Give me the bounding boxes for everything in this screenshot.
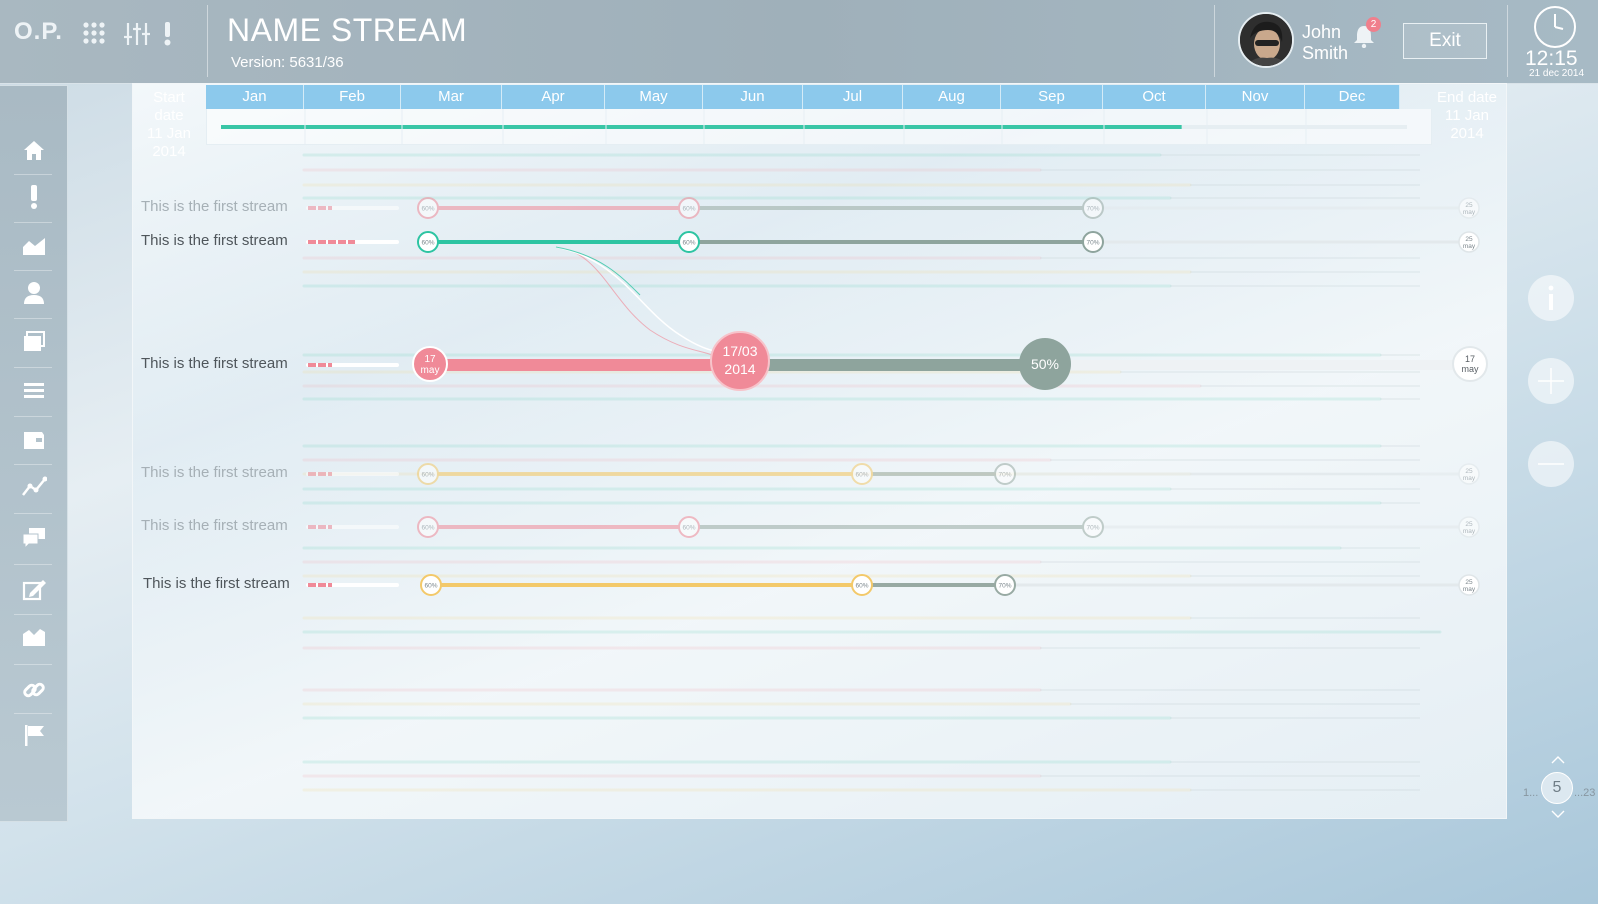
pager-current[interactable]: 5: [1541, 772, 1573, 804]
alert-icon: [30, 185, 37, 209]
minus-icon: [1538, 463, 1564, 465]
start-date-day: 11 Jan: [147, 125, 191, 142]
sidebar-item-list[interactable]: [0, 366, 67, 416]
end-date-label: End date: [1436, 89, 1498, 106]
apps-grid-icon[interactable]: [83, 22, 105, 44]
notification-badge: 2: [1366, 17, 1381, 32]
info-icon: [1548, 285, 1554, 310]
overall-progress-bar: [221, 109, 1407, 144]
plus-icon: [1538, 368, 1564, 394]
start-date-label: Start date: [153, 89, 185, 124]
alert-icon[interactable]: [164, 22, 172, 46]
exit-button[interactable]: Exit: [1403, 23, 1487, 59]
sidebar-item-mountain-chart[interactable]: [0, 612, 67, 662]
app-logo: O.P.: [14, 18, 63, 45]
sidebar-item-flag[interactable]: [0, 710, 67, 760]
start-date-year: 2014: [152, 143, 186, 160]
sidebar-item-user[interactable]: [0, 268, 67, 318]
user-first-name: John: [1302, 22, 1342, 42]
month-feb[interactable]: Feb: [304, 85, 401, 109]
clock-icon: [1534, 6, 1576, 48]
line-chart-icon: [21, 476, 47, 496]
top-bar: O.P. NAME STREAM Version: 5631/36 John S…: [0, 0, 1598, 84]
month-jul[interactable]: Jul: [803, 85, 903, 109]
month-may[interactable]: May: [605, 85, 703, 109]
end-date-year: 2014: [1450, 125, 1484, 142]
user-icon: [23, 282, 44, 304]
clock-date: 21 dec 2014: [1529, 68, 1585, 79]
link-icon: [22, 682, 45, 698]
sidebar-item-edit[interactable]: [0, 565, 67, 615]
start-date: Start date 11 Jan 2014: [137, 89, 201, 161]
sidebar-item-chat[interactable]: [0, 513, 67, 563]
home-icon: [23, 141, 44, 160]
stream-label[interactable]: This is the first stream: [141, 232, 288, 249]
month-jan[interactable]: Jan: [206, 85, 304, 109]
sidebar: [0, 85, 68, 822]
pager-first[interactable]: 1...: [1523, 787, 1538, 799]
folder-icon: [23, 432, 44, 449]
end-date-day: 11 Jan: [1445, 107, 1489, 124]
month-nov[interactable]: Nov: [1206, 85, 1305, 109]
stream-label[interactable]: This is the first stream: [141, 355, 288, 372]
chat-icon: [22, 528, 45, 550]
windows-icon: [23, 331, 45, 351]
sliders-icon[interactable]: [124, 22, 150, 46]
list-icon: [23, 383, 44, 398]
zoom-out-button[interactable]: [1528, 441, 1574, 487]
month-sep[interactable]: Sep: [1001, 85, 1103, 109]
user-last-name: Smith: [1302, 43, 1349, 63]
flag-icon: [24, 725, 44, 746]
zoom-in-button[interactable]: [1528, 358, 1574, 404]
overall-progress: [206, 109, 1432, 145]
month-dec[interactable]: Dec: [1305, 85, 1400, 109]
page-down-icon[interactable]: [1551, 810, 1565, 818]
timeline-panel: [132, 83, 1507, 819]
version-label: Version: 5631/36: [231, 54, 344, 71]
header-divider: [1507, 5, 1508, 77]
avatar[interactable]: [1238, 12, 1294, 68]
end-date: End date 11 Jan 2014: [1435, 89, 1499, 143]
sidebar-item-home[interactable]: [0, 126, 67, 176]
mountain-chart-icon: [22, 629, 45, 646]
stream-label[interactable]: This is the first stream: [143, 575, 290, 592]
sidebar-item-folder[interactable]: [0, 415, 67, 465]
month-jun[interactable]: Jun: [703, 85, 803, 109]
page-title: NAME STREAM: [227, 12, 468, 48]
month-apr[interactable]: Apr: [502, 85, 605, 109]
stream-label[interactable]: This is the first stream: [141, 198, 288, 215]
pager-last[interactable]: ...23: [1574, 787, 1595, 799]
month-oct[interactable]: Oct: [1103, 85, 1206, 109]
sidebar-item-line-chart[interactable]: [0, 462, 67, 512]
page-up-icon[interactable]: [1551, 756, 1565, 764]
sidebar-item-link[interactable]: [0, 665, 67, 715]
user-name: John Smith: [1302, 22, 1348, 64]
sidebar-item-windows[interactable]: [0, 317, 67, 367]
month-mar[interactable]: Mar: [401, 85, 502, 109]
sidebar-item-area-chart[interactable]: [0, 221, 67, 271]
area-chart-icon: [22, 238, 45, 255]
info-button[interactable]: [1528, 275, 1574, 321]
header-divider: [1214, 5, 1215, 77]
sidebar-item-alert[interactable]: [0, 172, 67, 222]
month-aug[interactable]: Aug: [903, 85, 1001, 109]
edit-icon: [22, 580, 46, 601]
stream-label[interactable]: This is the first stream: [141, 464, 288, 481]
stream-label[interactable]: This is the first stream: [141, 517, 288, 534]
header-divider: [207, 5, 208, 77]
